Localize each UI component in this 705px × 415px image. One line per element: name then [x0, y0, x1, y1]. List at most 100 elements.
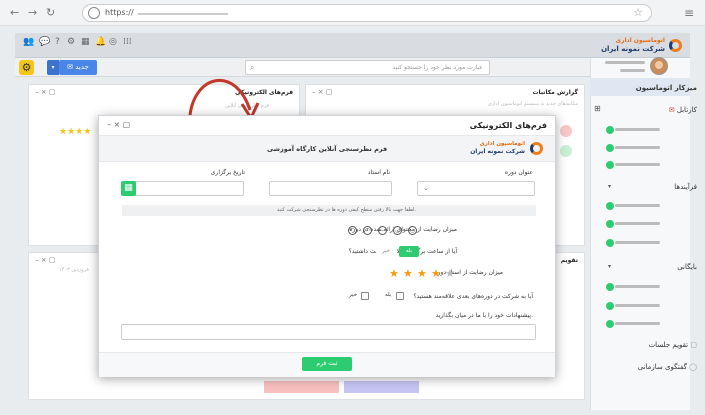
new-button-label: جدید: [75, 63, 89, 71]
calendar-button-icon[interactable]: ▦: [121, 181, 136, 196]
q2-yes-button[interactable]: بله: [399, 246, 419, 257]
letter-type-icon: [560, 145, 572, 157]
form-title-bar: فرم نظرسنجی آنلاین کارگاه آموزشی اتوماسی…: [99, 136, 555, 162]
sidebar-sub-placeholder: [615, 304, 660, 307]
modal-title: فرم‌های الکترونیکی: [469, 121, 547, 130]
apps-grid-icon[interactable]: ⁞⁞⁞: [123, 37, 132, 47]
emoji-neutral-icon[interactable]: –: [378, 226, 387, 235]
sidebar-sub-placeholder: [615, 146, 660, 149]
help-icon[interactable]: ?: [55, 37, 60, 47]
chat-icon[interactable]: 💬: [39, 37, 50, 47]
calendar-icon: ▢: [690, 341, 697, 349]
sidebar-item-processes[interactable]: فرآیندها: [674, 183, 697, 191]
course-title-label: عنوان دوره: [504, 169, 533, 176]
widget-controls-icon[interactable]: – × ▢: [312, 88, 332, 96]
rating-star-3-icon[interactable]: ★: [417, 267, 427, 280]
address-bar[interactable]: https:// ☆: [82, 4, 652, 22]
chat-bubble-icon: ◯: [689, 363, 697, 371]
processes-chevron-icon[interactable]: ▾: [608, 183, 611, 190]
q4-label: آیا به شرکت در دوره‌های بعدی علاقه‌مند ه…: [413, 293, 533, 300]
submit-button[interactable]: ثبت فرم: [302, 357, 352, 371]
bell-icon[interactable]: 🔔: [95, 37, 106, 47]
avatar[interactable]: [650, 57, 668, 75]
q4-yes-checkbox[interactable]: [396, 292, 404, 300]
status-dot: [606, 283, 614, 291]
q4-no-checkbox[interactable]: [361, 292, 369, 300]
emoji-sad-icon[interactable]: ◠: [363, 226, 372, 235]
widget-controls-icon[interactable]: – × ▢: [35, 88, 55, 96]
rating-star-2-icon[interactable]: ★: [403, 267, 413, 280]
sidebar-sub-placeholder: [615, 241, 660, 244]
browser-menu-icon[interactable]: ≡: [684, 6, 694, 20]
new-button[interactable]: ✉ جدید: [59, 60, 97, 75]
globe-app-icon[interactable]: ◎: [109, 37, 117, 47]
calendar-month: فروردین ۱۴۰۳: [59, 267, 89, 273]
chart-icon[interactable]: ▦: [81, 37, 90, 47]
teacher-name-input[interactable]: [269, 181, 392, 196]
forward-arrow-icon[interactable]: →: [28, 6, 37, 19]
status-dot: [606, 202, 614, 210]
app-header: 👥 💬 ? ⚙ ▦ 🔔 ◎ ⁞⁞⁞ اتوماسیون اداری شرکت ن…: [15, 33, 690, 58]
sidebar-item-inbox[interactable]: ✉ کارتابل: [669, 106, 697, 114]
rating-star-5-icon[interactable]: ★: [445, 267, 455, 280]
form-brand-logo-icon: [530, 142, 543, 155]
form-title: فرم نظرسنجی آنلاین کارگاه آموزشی: [267, 145, 388, 153]
rating-star-1-icon[interactable]: ★: [389, 267, 399, 280]
settings-icon[interactable]: ⚙: [67, 37, 75, 47]
rating-star-4-icon[interactable]: ★: [431, 267, 441, 280]
sidebar-item-dashboard[interactable]: میزکار اتوماسیون: [636, 84, 697, 92]
modal-window-controls-icon[interactable]: – × ▢: [107, 120, 130, 129]
sidebar-sub-placeholder: [615, 222, 660, 225]
widget-letters-title: گزارش مکاتبات: [532, 89, 578, 96]
emoji-very-happy-icon[interactable]: ◡: [408, 226, 417, 235]
sidebar-sub-placeholder: [615, 322, 660, 325]
brand-line2: شرکت نمونه ایران: [601, 45, 665, 53]
url-placeholder-line: [138, 13, 228, 15]
letter-type-icon: [560, 125, 572, 137]
reload-icon[interactable]: ↻: [46, 6, 55, 19]
widget-calendar-title: تقویم: [560, 257, 578, 264]
search-input[interactable]: ⌕ عبارت مورد نظر خود را جستجو کنید: [245, 60, 490, 75]
q2-no-button[interactable]: خیر: [376, 246, 396, 257]
course-title-select[interactable]: ⌄: [417, 181, 535, 196]
sidebar-item-calendar[interactable]: تقویم جلسات ▢: [649, 341, 697, 349]
gear-button[interactable]: ⚙: [19, 60, 34, 75]
status-dot: [606, 302, 614, 310]
widget-controls-icon[interactable]: – × ▢: [35, 256, 55, 264]
suggestions-input[interactable]: [121, 324, 536, 340]
status-dot: [606, 126, 614, 134]
archive-chevron-icon[interactable]: ▾: [608, 263, 611, 270]
sidebar-sub-placeholder: [615, 285, 660, 288]
date-input[interactable]: [121, 181, 244, 196]
bookmark-star-icon[interactable]: ☆: [633, 6, 643, 19]
widget-letters-faded: مکاتبه‌های جدید به سیستم اتوماسیون اداری: [487, 101, 578, 107]
q4-yes-label: بله: [385, 292, 392, 298]
electronic-forms-modal: فرم‌های الکترونیکی – × ▢ فرم نظرسنجی آنل…: [98, 115, 556, 377]
sidebar-item-archive[interactable]: بایگانی: [677, 263, 697, 271]
toolbar: ⚙ ▾ ✉ جدید ⌕ عبارت مورد نظر خود را جستجو…: [15, 58, 590, 77]
modal-header: فرم‌های الکترونیکی – × ▢: [99, 116, 555, 136]
sidebar-sub-placeholder: [615, 204, 660, 207]
back-arrow-icon[interactable]: ←: [10, 6, 19, 19]
url-text: https://: [105, 8, 134, 17]
status-dot: [606, 320, 614, 328]
sidebar-sub-placeholder: [615, 128, 660, 131]
emoji-very-sad-icon[interactable]: ◠: [348, 226, 357, 235]
status-dot: [606, 144, 614, 152]
users-icon[interactable]: 👥: [23, 37, 34, 47]
emoji-happy-icon[interactable]: ◡: [393, 226, 402, 235]
teacher-name-label: نام استاد: [367, 169, 390, 176]
calendar-event-pink[interactable]: [264, 381, 339, 393]
calendar-event-purple[interactable]: [344, 381, 419, 393]
expand-plus-icon[interactable]: ⊞: [594, 104, 601, 113]
search-placeholder: عبارت مورد نظر خود را جستجو کنید: [392, 64, 483, 71]
sidebar-item-chat[interactable]: گفتگوی سازمانی ◯: [638, 363, 697, 371]
sidebar-sub-placeholder: [615, 163, 660, 166]
inbox-icon: ✉: [668, 106, 675, 114]
chevron-down-icon: ⌄: [423, 184, 429, 192]
brand-logo-icon: [669, 39, 682, 52]
brand-line1: اتوماسیون اداری: [615, 37, 665, 44]
user-role-placeholder: [620, 69, 645, 72]
q4-no-label: خیر: [349, 292, 358, 298]
new-dropdown-chevron-icon[interactable]: ▾: [47, 60, 59, 75]
